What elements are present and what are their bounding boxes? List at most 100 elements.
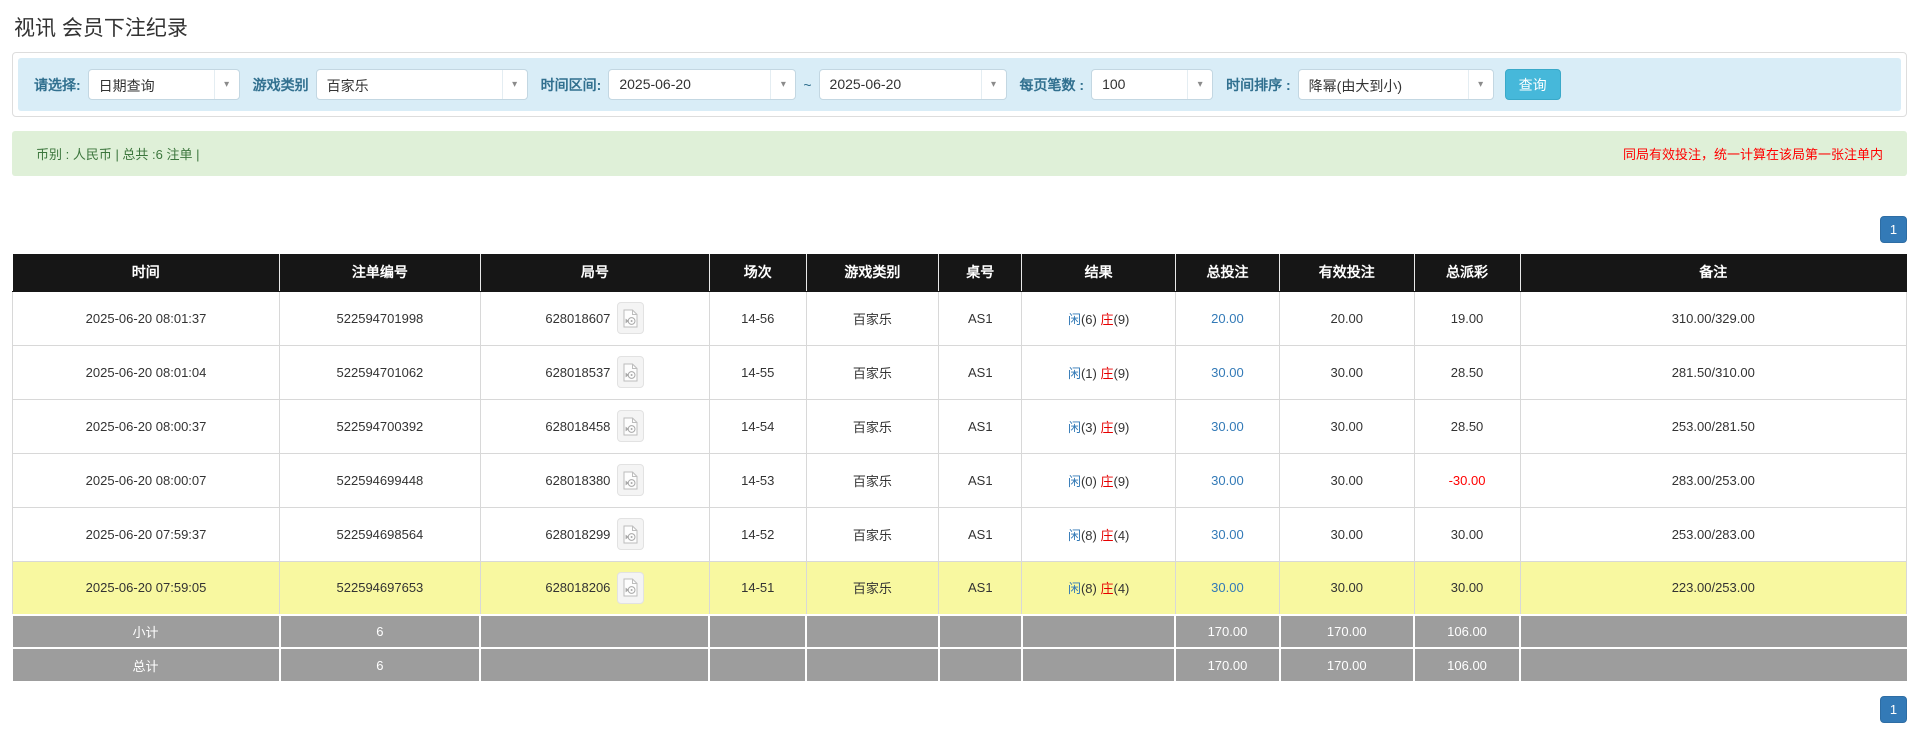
video-record-icon [623,309,638,327]
col-result: 结果 [1021,254,1176,292]
query-type-label: 请选择: [34,76,81,93]
cell-bet-id: 522594697653 [279,560,481,616]
date-from-value: 2025-06-20 [619,76,691,92]
total-bet-link[interactable]: 20.00 [1211,311,1244,326]
date-from-input[interactable]: 2025-06-20 ▾ [608,69,797,100]
page-1-button[interactable]: 1 [1880,696,1907,723]
video-replay-button[interactable] [617,356,645,388]
cell-time: 2025-06-20 07:59:37 [11,506,281,562]
cell-session: 14-52 [708,506,807,562]
video-replay-button[interactable] [617,302,645,334]
page-size-label: 每页笔数 : [1019,76,1085,93]
page-size-value: 100 [1102,76,1126,92]
cell-bet-id: 522594700392 [279,398,481,454]
cell-game-type: 百家乐 [805,452,940,508]
chevron-down-icon[interactable]: ▾ [1187,70,1213,99]
summary-label: 小计 [12,614,281,649]
col-note: 备注 [1520,254,1908,292]
search-button[interactable]: 查询 [1504,69,1561,100]
pagination-top: 1 [12,216,1907,243]
summary-totals-text: 币别 : 人民币 | 总共 :6 注单 | [36,147,200,162]
cell-table-number: AS1 [938,344,1023,400]
round-id-text: 628018380 [545,472,611,488]
table-summary-row: 总计 6 170.00 170.00 106.00 [12,647,1907,681]
table-row: 2025-06-20 08:00:07 522594699448 628018380… [11,452,1908,508]
game-type-value: 百家乐 [326,78,369,94]
result-player: 闲 [1067,365,1081,381]
cell-total-bet: 30.00 [1174,506,1281,562]
cell-table-number: AS1 [938,398,1023,454]
summary-payout: 106.00 [1412,647,1522,681]
cell-time: 2025-06-20 08:01:04 [11,344,281,400]
total-bet-link[interactable]: 30.00 [1211,580,1244,595]
total-bet-link[interactable]: 30.00 [1211,473,1244,488]
result-player: 闲 [1067,311,1081,327]
cell-time: 2025-06-20 07:59:05 [11,560,281,616]
cell-payout: 28.50 [1413,398,1521,454]
chevron-down-icon[interactable]: ▾ [980,70,1006,99]
cell-bet-id: 522594701062 [279,344,481,400]
round-id-text: 628018607 [545,310,611,326]
round-id-text: 628018537 [545,364,611,380]
cell-time: 2025-06-20 08:00:07 [11,452,281,508]
cell-payout: 30.00 [1413,560,1521,616]
col-bet-id: 注单编号 [279,254,481,292]
total-bet-link[interactable]: 30.00 [1211,527,1244,542]
query-type-value: 日期查询 [98,78,155,94]
cell-payout: 30.00 [1413,506,1521,562]
cell-round-id: 628018537 [479,344,710,400]
result-player: 闲 [1067,527,1081,543]
game-type-select[interactable]: 百家乐 ▾ [315,69,528,100]
total-bet-link[interactable]: 30.00 [1211,419,1244,434]
col-total-bet: 总投注 [1175,254,1281,292]
summary-label: 总计 [12,647,281,681]
chevron-down-icon[interactable]: ▾ [1467,70,1493,99]
result-player: 闲 [1067,419,1081,435]
cell-time: 2025-06-20 08:01:37 [11,290,281,346]
chevron-down-icon[interactable]: ▾ [501,70,527,99]
cell-valid-bet: 30.00 [1279,344,1415,400]
chevron-down-icon[interactable]: ▾ [213,70,239,99]
cell-note: 253.00/283.00 [1519,506,1908,562]
video-replay-button[interactable] [617,464,645,496]
summary-payout: 106.00 [1412,614,1522,649]
result-banker: 庄 [1100,311,1114,327]
table-row: 2025-06-20 07:59:37 522594698564 628018299… [11,506,1908,562]
date-to-input[interactable]: 2025-06-20 ▾ [818,69,1007,100]
col-time: 时间 [12,254,281,292]
round-id-text: 628018458 [545,418,611,434]
cell-payout: 19.00 [1413,290,1521,346]
sort-order-select[interactable]: 降幂(由大到小) ▾ [1297,69,1494,100]
cell-result: 闲(8) 庄(4) [1021,506,1176,562]
sort-order-value: 降幂(由大到小) [1308,78,1402,94]
cell-table-number: AS1 [938,506,1023,562]
cell-game-type: 百家乐 [805,398,940,454]
page-title: 视讯 会员下注纪录 [14,17,188,40]
page-size-select[interactable]: 100 ▾ [1091,69,1214,100]
video-replay-button[interactable] [617,410,645,442]
video-replay-button[interactable] [617,571,645,604]
table-row: 2025-06-20 08:00:37 522594700392 628018458… [11,398,1908,454]
cell-total-bet: 30.00 [1174,452,1281,508]
page-1-button[interactable]: 1 [1880,216,1907,243]
table-summary-row: 小计 6 170.00 170.00 106.00 [12,614,1907,649]
col-table-number: 桌号 [938,254,1023,292]
cell-note: 281.50/310.00 [1519,344,1908,400]
pagination-bottom: 1 [12,696,1907,723]
video-record-icon [623,471,638,489]
query-type-select[interactable]: 日期查询 ▾ [87,69,240,100]
cell-bet-id: 522594699448 [279,452,481,508]
cell-game-type: 百家乐 [805,290,940,346]
game-type-label: 游戏类别 [252,76,309,93]
video-replay-button[interactable] [617,518,645,550]
summary-total-bet: 170.00 [1174,614,1281,649]
result-banker: 庄 [1100,419,1114,435]
total-bet-link[interactable]: 30.00 [1211,365,1244,380]
cell-payout: -30.00 [1413,452,1521,508]
sort-order-label: 时间排序 : [1226,76,1291,93]
cell-round-id: 628018458 [479,398,710,454]
result-banker: 庄 [1100,365,1114,381]
chevron-down-icon[interactable]: ▾ [770,70,796,99]
col-game-type: 游戏类别 [806,254,940,292]
table-header-row: 时间 注单编号 局号 场次 游戏类别 桌号 结果 总投注 有效投注 总派彩 备注 [12,254,1908,292]
